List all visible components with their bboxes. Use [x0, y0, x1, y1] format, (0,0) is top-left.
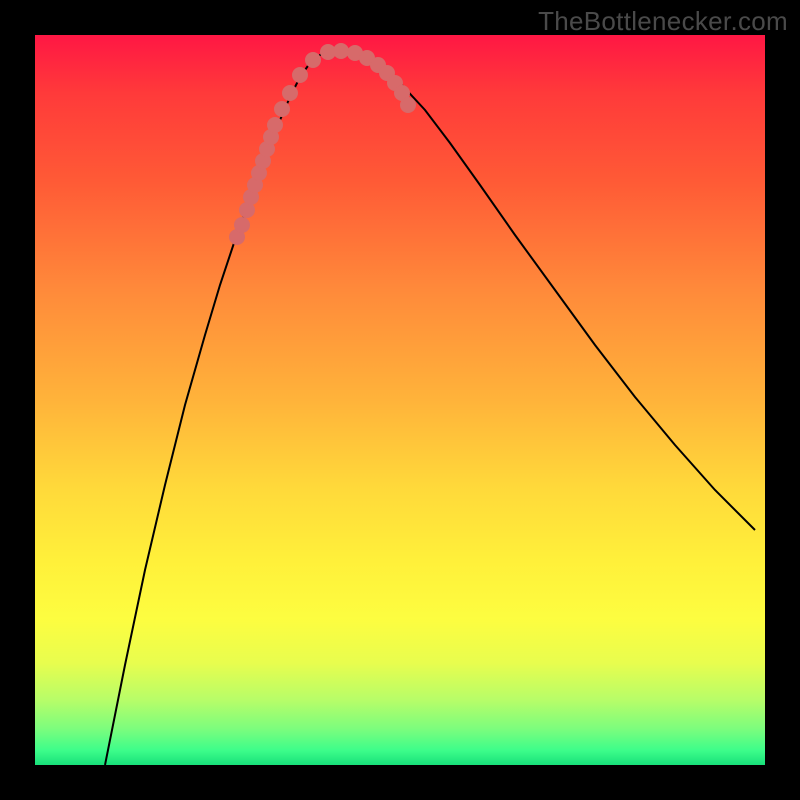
data-point [275, 102, 290, 117]
data-point [306, 53, 321, 68]
data-point [235, 218, 250, 233]
data-point [268, 118, 283, 133]
chart-svg [35, 35, 765, 765]
watermark-text: TheBottlenecker.com [538, 6, 788, 37]
bottleneck-curve [105, 51, 755, 765]
data-point [293, 68, 308, 83]
chart-frame: TheBottlenecker.com [0, 0, 800, 800]
plot-area [35, 35, 765, 765]
data-point [283, 86, 298, 101]
data-point [401, 98, 416, 113]
data-point [334, 44, 349, 59]
data-markers [230, 44, 416, 245]
